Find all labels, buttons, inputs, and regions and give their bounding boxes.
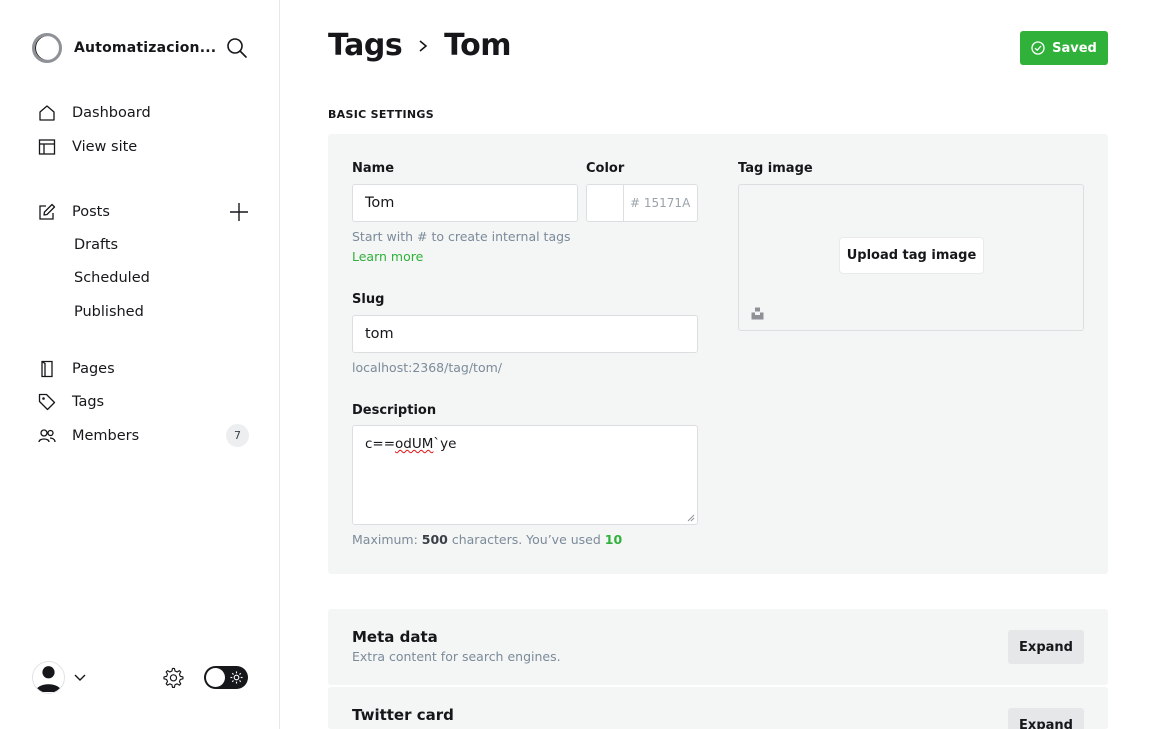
- color-hex-input[interactable]: # 15171A: [623, 184, 698, 222]
- color-label: Color: [586, 161, 625, 176]
- gear-icon[interactable]: [161, 666, 184, 689]
- nav-members-label: Members: [72, 428, 140, 444]
- sidebar: Automatizacion... Dashboard View site Po…: [0, 0, 280, 729]
- breadcrumb-tags-link[interactable]: Tags: [328, 28, 403, 63]
- description-char-count: Maximum: 500 characters. You’ve used 10: [352, 532, 622, 547]
- site-logo: [32, 33, 62, 63]
- chevron-down-icon[interactable]: [72, 669, 88, 685]
- description-textarea[interactable]: c==odUM`ye: [352, 425, 698, 525]
- new-post-plus-icon[interactable]: [228, 201, 250, 223]
- nav-published[interactable]: Published: [74, 301, 144, 323]
- twitter-card-expand-button[interactable]: Expand: [1008, 708, 1084, 729]
- meta-data-subtitle: Extra content for search engines.: [352, 649, 561, 664]
- saved-label: Saved: [1052, 40, 1097, 56]
- color-swatch[interactable]: [586, 184, 624, 222]
- nav-dashboard-label: Dashboard: [72, 105, 151, 121]
- char-limit-prefix: Maximum:: [352, 532, 422, 547]
- meta-data-title: Meta data: [352, 628, 438, 646]
- twitter-card-section: Twitter card Expand: [328, 687, 1108, 729]
- description-text-end: `ye: [433, 436, 457, 452]
- upload-tag-image-button[interactable]: Upload tag image: [840, 238, 983, 273]
- char-limit-used: 10: [604, 532, 623, 547]
- meta-data-expand-button[interactable]: Expand: [1008, 630, 1084, 664]
- char-limit-mid: characters. You’ve used: [447, 532, 605, 547]
- slug-input[interactable]: tom: [352, 315, 698, 353]
- description-label: Description: [352, 403, 437, 418]
- chevron-right-icon: [419, 39, 428, 52]
- home-icon: [38, 104, 56, 122]
- breadcrumb: Tags Tom: [328, 28, 512, 63]
- name-label: Name: [352, 161, 395, 176]
- nav-pages-label: Pages: [72, 361, 115, 377]
- nav-members[interactable]: Members: [38, 424, 139, 448]
- page-title: Tom: [444, 28, 512, 63]
- saved-button[interactable]: Saved: [1020, 31, 1108, 65]
- nav-drafts[interactable]: Drafts: [74, 234, 118, 256]
- description-text-misspelled: odUM: [395, 436, 434, 452]
- name-input[interactable]: Tom: [352, 184, 578, 222]
- unsplash-icon[interactable]: [751, 307, 764, 320]
- edit-icon: [38, 203, 56, 221]
- tag-image-dropzone[interactable]: Upload tag image: [738, 184, 1084, 331]
- nav-tags[interactable]: Tags: [38, 390, 104, 414]
- char-limit-max: 500: [421, 532, 448, 547]
- layout-icon: [38, 138, 56, 156]
- sun-icon: [230, 671, 243, 684]
- user-avatar[interactable]: [32, 661, 65, 694]
- tag-image-label: Tag image: [738, 161, 813, 176]
- name-hint: Start with # to create internal tags: [352, 229, 571, 244]
- nav-view-site[interactable]: View site: [38, 135, 137, 159]
- meta-data-card: Meta data Extra content for search engin…: [328, 609, 1108, 685]
- toggle-knob: [206, 668, 225, 687]
- check-circle-icon: [1031, 41, 1045, 55]
- nav-dashboard[interactable]: Dashboard: [38, 101, 151, 125]
- tag-icon: [38, 393, 56, 411]
- nav-posts-label: Posts: [72, 204, 110, 220]
- page-icon: [38, 360, 56, 378]
- color-hash: #: [630, 196, 641, 210]
- slug-url-preview: localhost:2368/tag/tom/: [352, 360, 502, 375]
- slug-label: Slug: [352, 292, 385, 307]
- description-text-start: c==: [365, 436, 396, 452]
- nav-posts[interactable]: Posts: [38, 200, 110, 224]
- search-icon[interactable]: [226, 37, 248, 59]
- site-title: Automatizacion...: [74, 40, 217, 56]
- twitter-card-title: Twitter card: [352, 706, 454, 724]
- members-count-badge: 7: [226, 424, 249, 447]
- site-brand[interactable]: Automatizacion...: [32, 33, 216, 63]
- resize-grip-icon[interactable]: [687, 514, 695, 522]
- nav-pages[interactable]: Pages: [38, 357, 115, 381]
- section-title-basic-settings: BASIC SETTINGS: [328, 108, 434, 121]
- members-icon: [38, 427, 56, 445]
- color-placeholder: 15171A: [643, 196, 691, 210]
- learn-more-link[interactable]: Learn more: [352, 249, 423, 264]
- nav-scheduled[interactable]: Scheduled: [74, 267, 150, 289]
- basic-settings-card: Name Tom Start with # to create internal…: [328, 134, 1108, 574]
- nav-tags-label: Tags: [72, 394, 105, 410]
- dark-mode-toggle[interactable]: [204, 666, 248, 689]
- nav-view-site-label: View site: [72, 139, 138, 155]
